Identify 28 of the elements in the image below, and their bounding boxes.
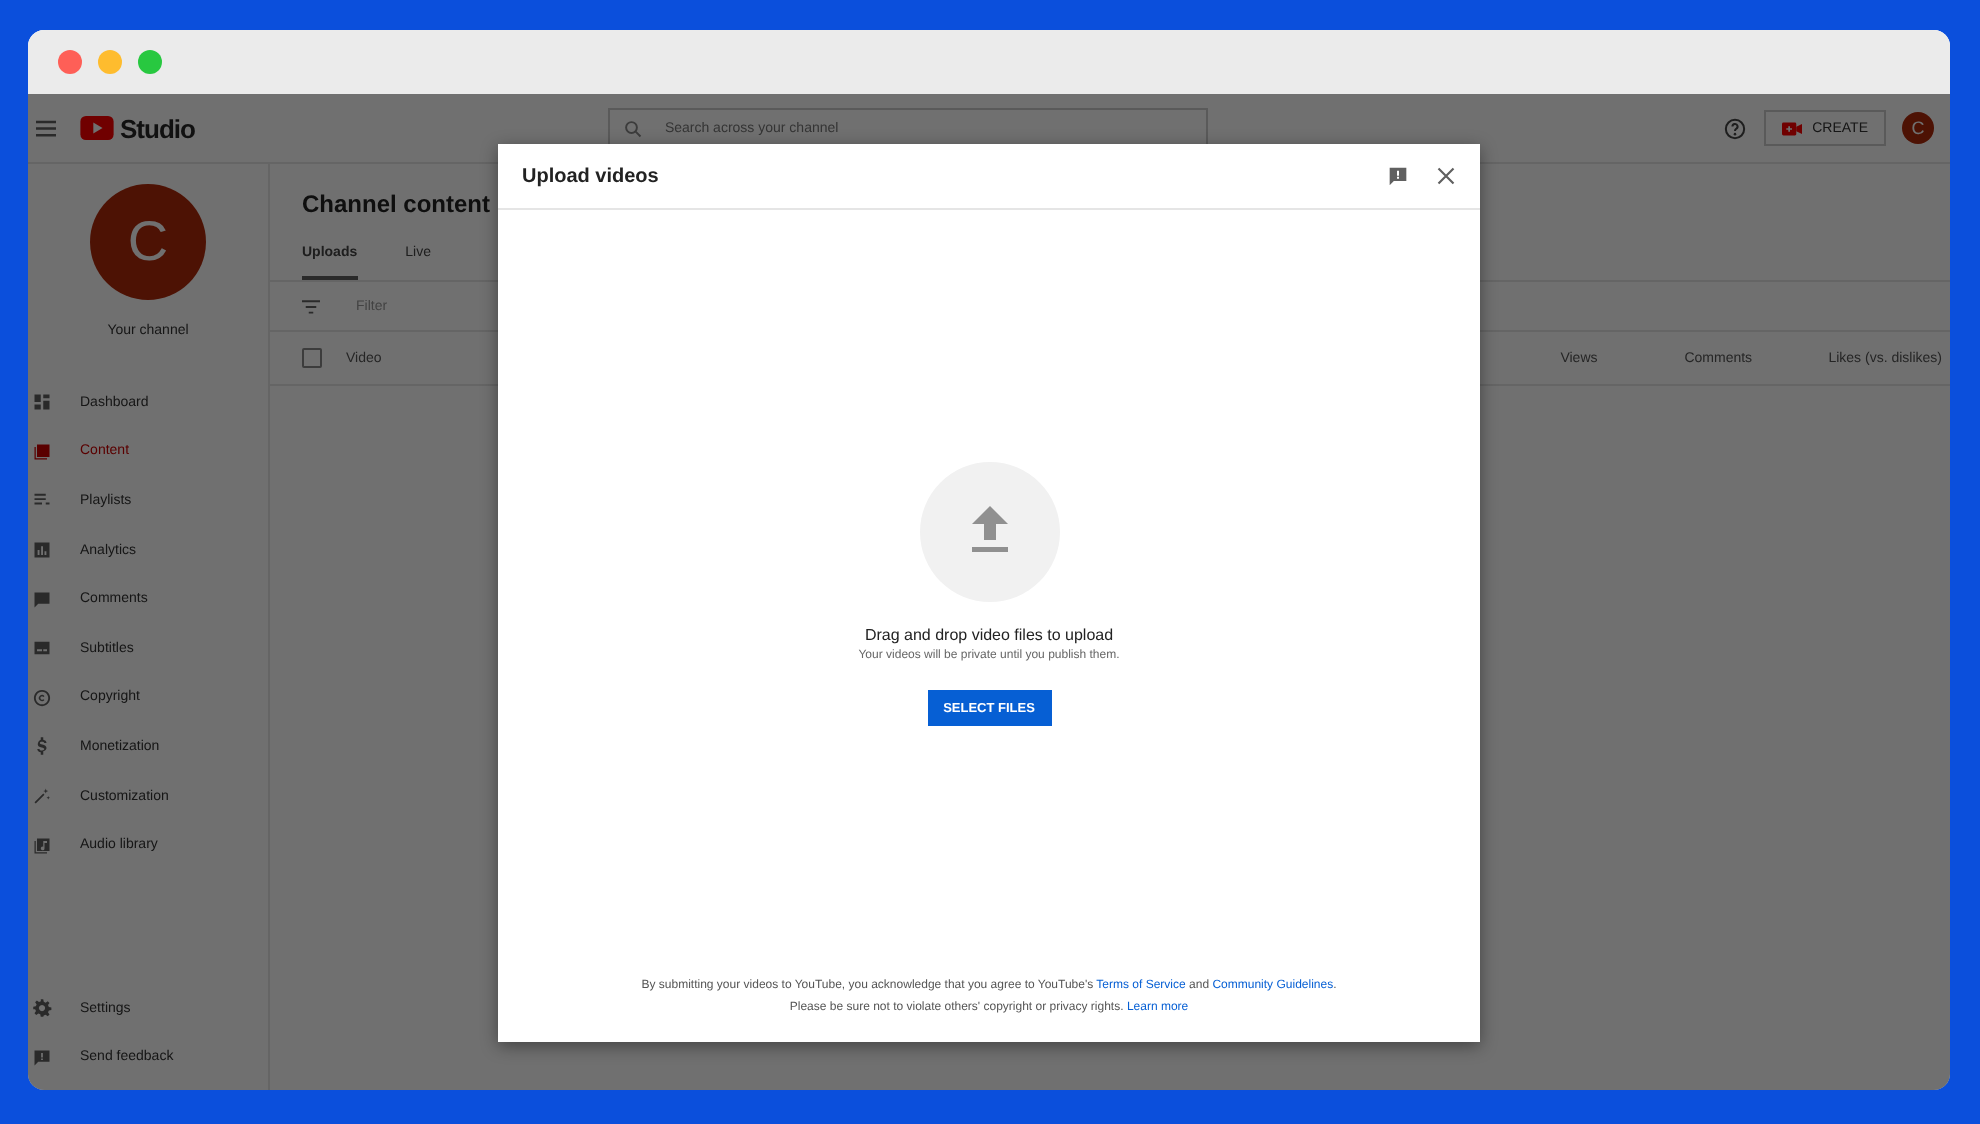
- nav-icon: [32, 835, 52, 856]
- nav-icon: [32, 638, 52, 659]
- upload-prompt: Drag and drop video files to upload: [864, 626, 1114, 644]
- page-title: Channel content: [302, 190, 493, 218]
- select-all-checkbox[interactable]: [302, 348, 322, 368]
- feedback-icon: [32, 1047, 52, 1068]
- nav-icon: [32, 441, 52, 462]
- nav-icon: [32, 687, 52, 708]
- play-logo-icon: [80, 116, 114, 140]
- avatar[interactable]: C: [1902, 112, 1934, 144]
- close-icon[interactable]: [1436, 166, 1456, 186]
- nav-icon: [32, 540, 52, 561]
- settings-icon: [32, 998, 52, 1019]
- feedback-icon[interactable]: [1388, 166, 1408, 186]
- nav-icon: [32, 736, 52, 757]
- help-icon[interactable]: [1724, 117, 1747, 139]
- close-window-icon[interactable]: [58, 50, 82, 74]
- menu-icon[interactable]: [36, 119, 56, 137]
- channel-avatar[interactable]: C: [90, 184, 206, 300]
- maximize-window-icon[interactable]: [138, 50, 162, 74]
- video-camera-icon: [1782, 121, 1803, 135]
- filter-icon[interactable]: [302, 299, 320, 313]
- upload-icon[interactable]: [919, 462, 1059, 602]
- nav-icon: [32, 392, 52, 413]
- nav-icon: [32, 786, 52, 807]
- dialog-title: Upload videos: [522, 165, 661, 187]
- logo-text: Studio: [120, 113, 195, 143]
- nav-icon: [32, 589, 52, 610]
